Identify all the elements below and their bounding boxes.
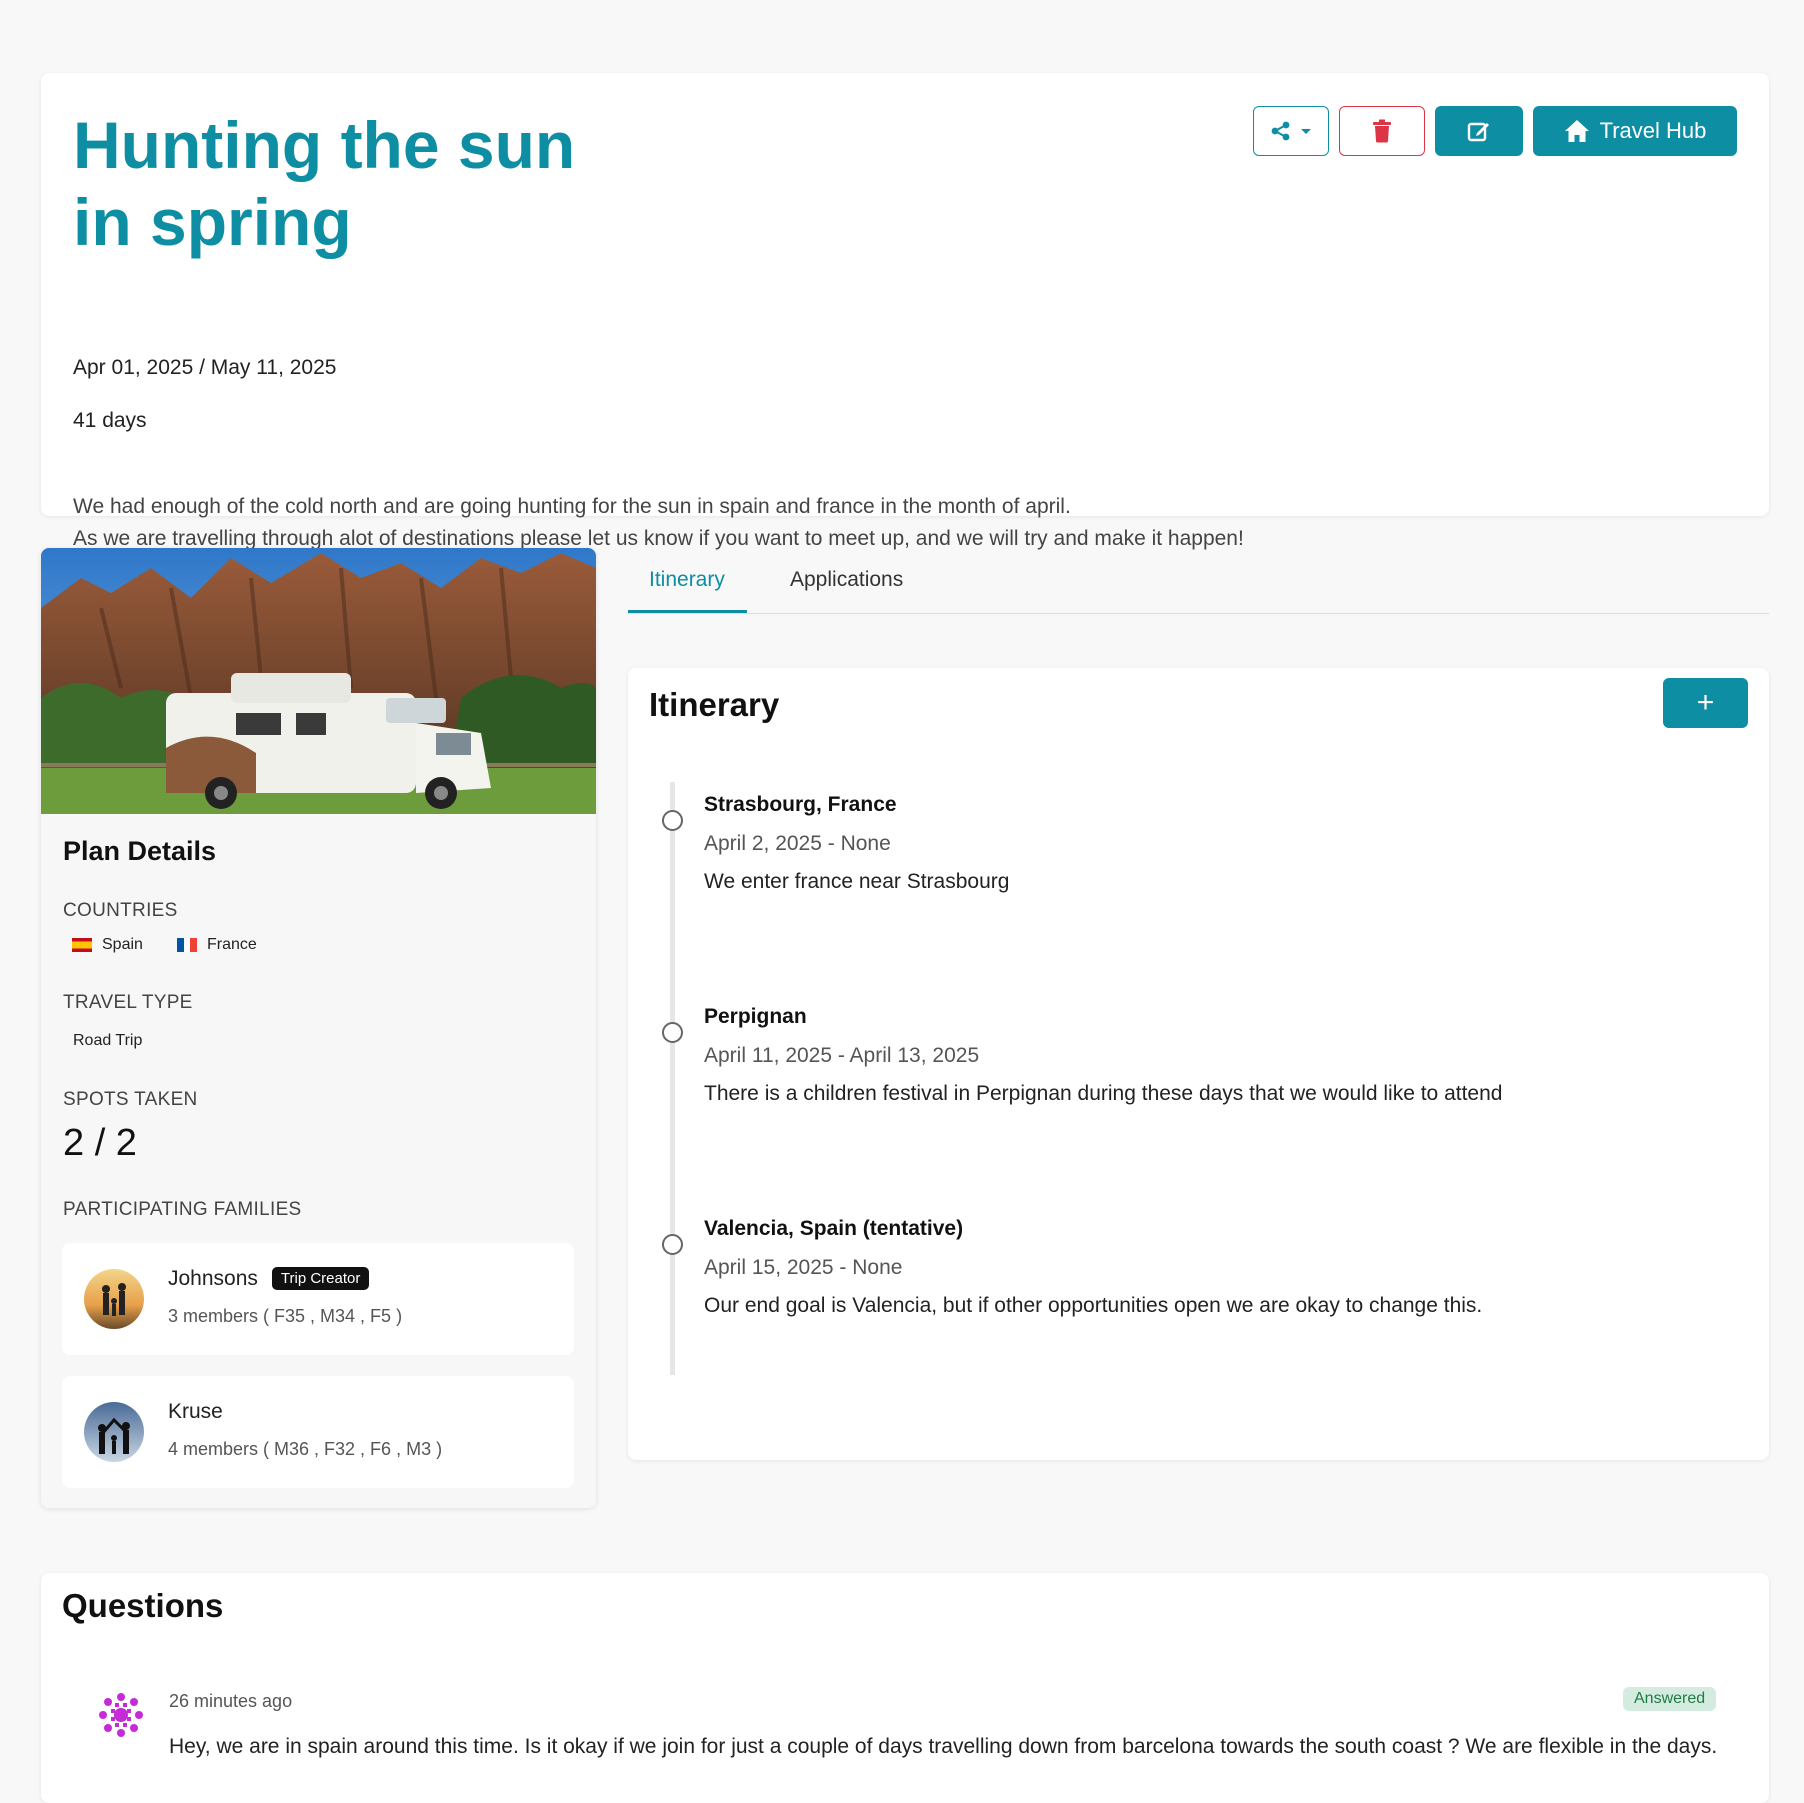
travel-hub-label: Travel Hub [1599, 118, 1707, 143]
travel-type-label: TRAVEL TYPE [63, 992, 193, 1013]
stop-note: We enter france near Strasbourg [704, 870, 1010, 893]
plus-icon: + [1696, 686, 1715, 719]
questions-title: Questions [62, 1587, 224, 1624]
travel-type-value: Road Trip [73, 1032, 143, 1049]
family-name-text: Johnsons [168, 1267, 258, 1290]
edit-icon [1467, 122, 1489, 142]
travel-hub-button[interactable]: Travel Hub [1533, 106, 1737, 156]
trip-header-card: Hunting the sun in spring Apr 01, 2025 /… [41, 73, 1769, 550]
flag-spain-icon [72, 938, 92, 952]
family-members: 3 members ( F35 , M34 , F5 ) [168, 1306, 403, 1326]
stop-name: Valencia, Spain (tentative) [704, 1217, 964, 1240]
avatar [84, 1269, 144, 1329]
family-name: Johnsons Trip Creator [168, 1267, 370, 1291]
questions-card: Questions 26 minutes ago Answered Hey, w… [41, 1573, 1769, 1803]
countries-label: COUNTRIES [63, 900, 178, 921]
timeline-dot-icon [662, 1022, 683, 1043]
caret-down-icon [1301, 129, 1311, 134]
spots-taken-value: 2 / 2 [63, 1122, 137, 1164]
avatar [84, 1402, 144, 1462]
share-icon [1271, 121, 1290, 141]
question-text: Hey, we are in spain around this time. I… [169, 1735, 1718, 1758]
home-icon [1564, 120, 1589, 142]
delete-button[interactable] [1339, 106, 1425, 156]
trip-duration: 41 days [73, 409, 147, 432]
flag-france-icon [177, 938, 197, 952]
participating-families-label: PARTICIPATING FAMILIES [63, 1199, 302, 1220]
add-itinerary-button[interactable]: + [1663, 678, 1748, 728]
stop-name: Strasbourg, France [704, 793, 897, 816]
tab-bar: Itinerary Applications [628, 548, 1769, 614]
tab-itinerary[interactable]: Itinerary [649, 568, 725, 592]
active-tab-indicator [628, 610, 747, 613]
country-spain: Spain [72, 936, 143, 954]
country-name: France [207, 936, 257, 953]
trash-icon [1373, 119, 1391, 143]
trip-description: We had enough of the cold north and are … [73, 491, 1244, 555]
share-button[interactable] [1253, 106, 1329, 156]
trip-dates: Apr 01, 2025 / May 11, 2025 [73, 356, 337, 379]
timeline-dot-icon [662, 1234, 683, 1255]
answered-badge: Answered [1623, 1687, 1717, 1711]
trip-title: Hunting the sun in spring [73, 108, 576, 259]
trip-creator-badge: Trip Creator [271, 1267, 370, 1290]
timeline-dot-icon [662, 810, 683, 831]
edit-button[interactable] [1435, 106, 1523, 156]
family-card-kruse[interactable]: Kruse 4 members ( M36 , F32 , F6 , M3 ) [62, 1376, 574, 1488]
stop-note: Our end goal is Valencia, but if other o… [704, 1294, 1483, 1317]
tab-applications[interactable]: Applications [790, 568, 903, 592]
question-time: 26 minutes ago [169, 1691, 293, 1711]
trip-description-line: We had enough of the cold north and are … [73, 495, 1071, 518]
country-france: France [177, 936, 257, 954]
stop-note: There is a children festival in Perpigna… [704, 1082, 1503, 1105]
stop-dates: April 11, 2025 - April 13, 2025 [704, 1044, 980, 1067]
stop-dates: April 2, 2025 - None [704, 832, 891, 855]
stop-name: Perpignan [704, 1005, 807, 1028]
country-name: Spain [102, 936, 143, 953]
timeline-line [670, 782, 675, 1375]
itinerary-title: Itinerary [649, 686, 780, 723]
itinerary-card: Itinerary + Strasbourg, France April 2, … [628, 668, 1769, 1460]
plan-details-card: Plan Details COUNTRIES Spain France TRAV… [41, 548, 596, 1508]
avatar [95, 1689, 147, 1741]
spots-taken-label: SPOTS TAKEN [63, 1089, 198, 1110]
plan-details-title: Plan Details [63, 836, 217, 866]
stop-dates: April 15, 2025 - None [704, 1256, 903, 1279]
family-members: 4 members ( M36 , F32 , F6 , M3 ) [168, 1439, 443, 1459]
family-card-johnsons[interactable]: Johnsons Trip Creator 3 members ( F35 , M… [62, 1243, 574, 1355]
trip-cover-image [41, 548, 596, 814]
family-name: Kruse [168, 1400, 223, 1423]
